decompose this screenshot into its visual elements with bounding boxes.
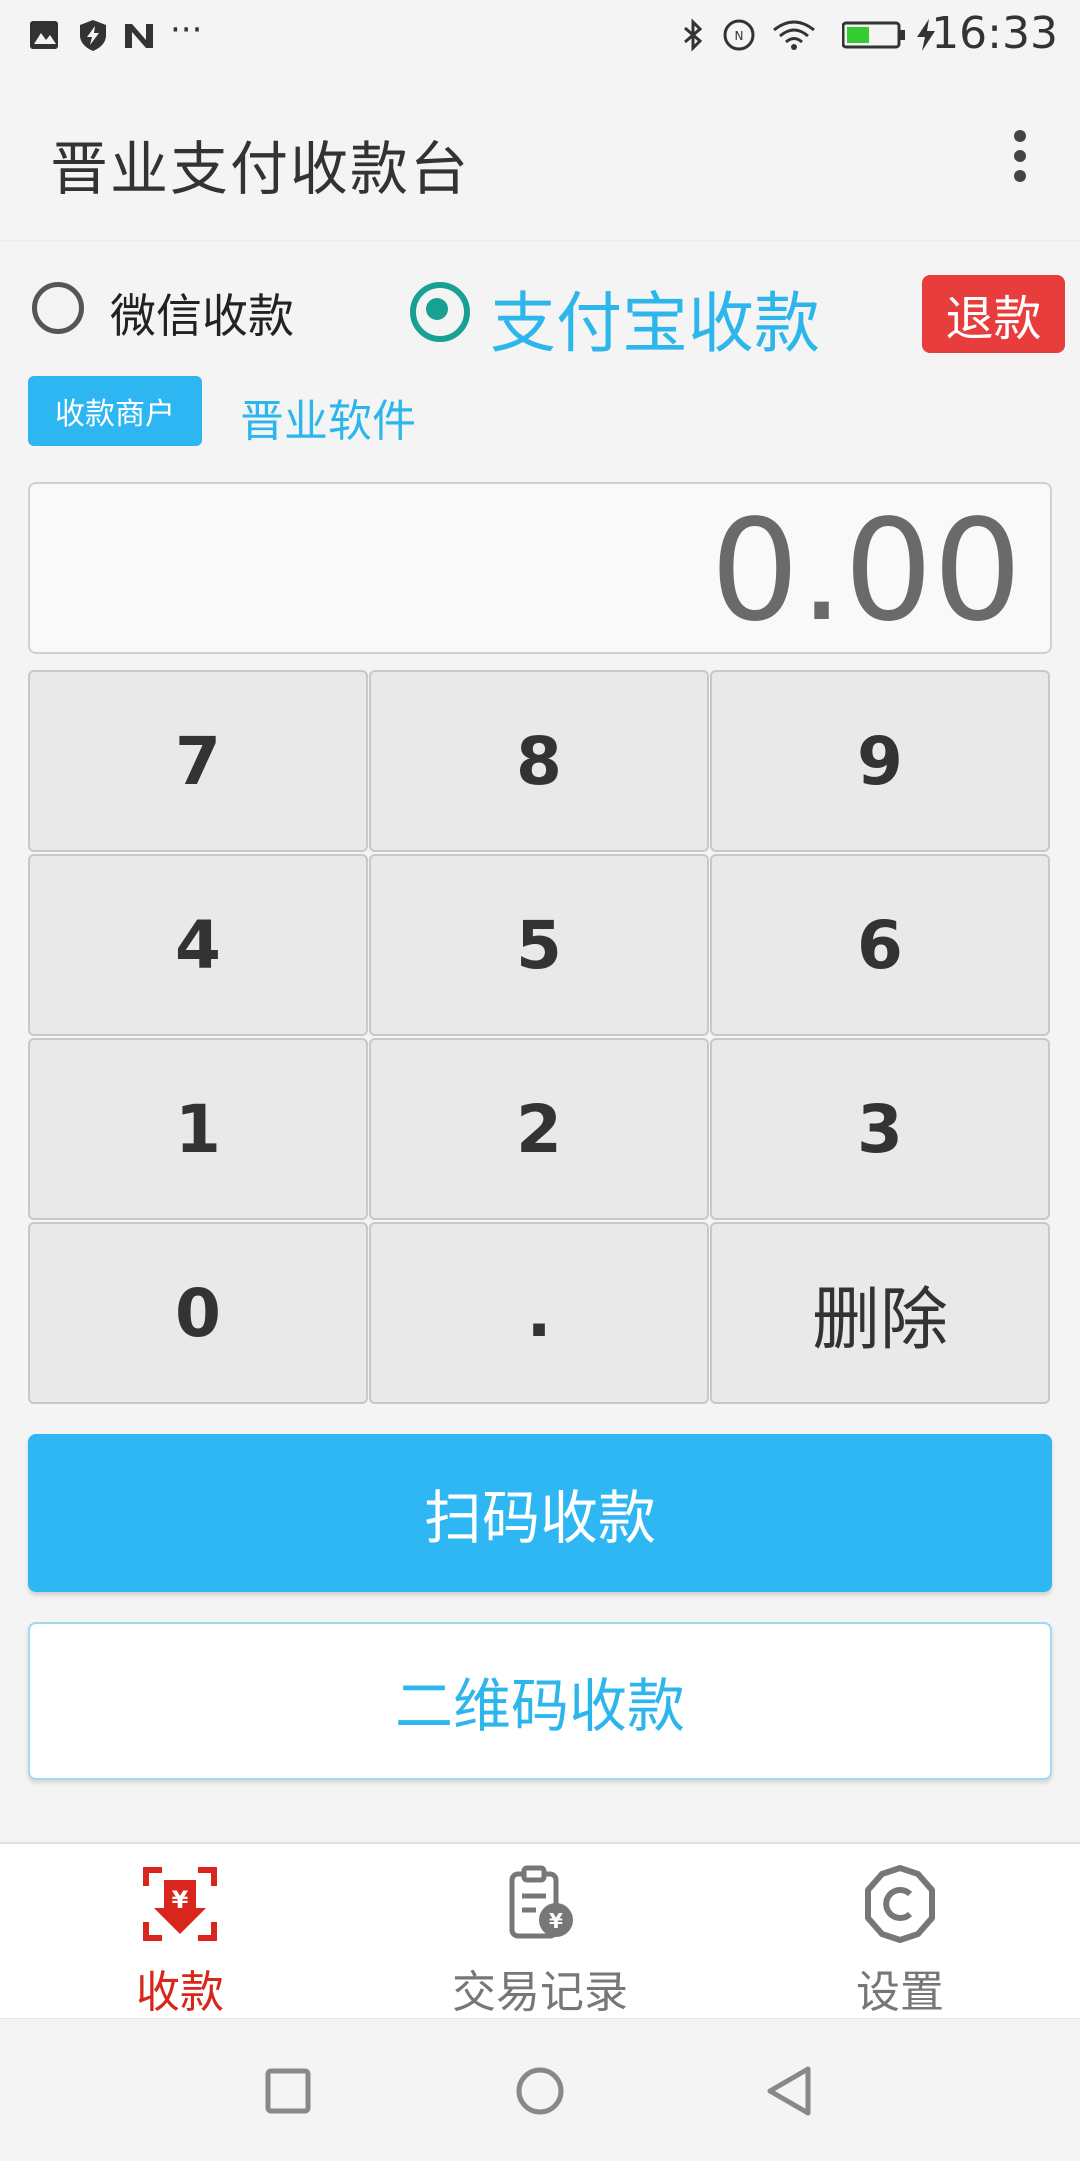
wechat-pay-label[interactable]: 微信收款 <box>110 280 294 346</box>
system-nav-bar <box>0 2018 1080 2161</box>
shield-bolt-icon <box>80 20 106 51</box>
merchant-badge: 收款商户 <box>28 376 202 446</box>
merchant-name: 晋业软件 <box>240 396 416 447</box>
key-4[interactable]: 4 <box>28 854 368 1036</box>
key-delete[interactable]: 删除 <box>710 1222 1050 1404</box>
refund-button[interactable]: 退款 <box>922 275 1065 353</box>
key-8[interactable]: 8 <box>369 670 709 852</box>
transaction-record-icon: ¥ <box>509 1865 573 1939</box>
scan-pay-icon: ¥ <box>143 1867 217 1941</box>
amount-display[interactable]: 0.00 <box>28 482 1052 654</box>
nav-item-collect[interactable]: ¥ 收款 <box>30 1864 330 2018</box>
key-3[interactable]: 3 <box>710 1038 1050 1220</box>
key-6[interactable]: 6 <box>710 854 1050 1036</box>
svg-text:N: N <box>735 29 744 43</box>
nav-label-settings: 设置 <box>856 1967 944 2018</box>
app-title: 晋业支付收款台 <box>50 135 471 203</box>
n-app-icon <box>125 24 153 48</box>
battery-icon <box>842 21 905 49</box>
home-icon[interactable] <box>510 2061 570 2121</box>
svg-text:¥: ¥ <box>172 1886 189 1914</box>
nav-label-collect: 收款 <box>136 1967 224 2018</box>
app-bar: 晋业支付收款台 <box>0 72 1080 241</box>
radio-unchecked-icon <box>32 282 84 334</box>
svg-text:¥: ¥ <box>549 1909 563 1933</box>
key-2[interactable]: 2 <box>369 1038 709 1220</box>
nfc-icon: N <box>723 19 755 51</box>
bluetooth-icon <box>684 18 703 52</box>
wifi-icon <box>773 20 815 50</box>
settings-gear-icon <box>865 1865 935 1943</box>
status-bar: ··· N 16:33 <box>0 0 1080 72</box>
qr-pay-button[interactable]: 二维码收款 <box>28 1622 1052 1780</box>
image-icon <box>30 21 58 49</box>
nav-item-settings[interactable]: 设置 <box>750 1864 1050 2018</box>
alipay-pay-label[interactable]: 支付宝收款 <box>490 270 820 366</box>
key-0[interactable]: 0 <box>28 1222 368 1404</box>
key-9[interactable]: 9 <box>710 670 1050 852</box>
back-icon[interactable] <box>760 2061 820 2121</box>
key-decimal[interactable]: . <box>369 1222 709 1404</box>
scan-pay-button[interactable]: 扫码收款 <box>28 1434 1052 1592</box>
recent-apps-icon[interactable] <box>258 2061 318 2121</box>
amount-value: 0.00 <box>710 490 1022 653</box>
key-1[interactable]: 1 <box>28 1038 368 1220</box>
nav-label-transactions: 交易记录 <box>452 1967 628 2018</box>
overflow-menu-icon[interactable] <box>1010 130 1030 190</box>
nav-item-transactions[interactable]: ¥ 交易记录 <box>390 1864 690 2018</box>
key-7[interactable]: 7 <box>28 670 368 852</box>
more-notifications-indicator: ··· <box>170 10 203 50</box>
key-5[interactable]: 5 <box>369 854 709 1036</box>
radio-checked-icon <box>410 282 470 342</box>
status-time: 16:33 <box>931 8 1058 59</box>
bottom-nav: ¥ 收款 ¥ 交易记录 设置 <box>0 1842 1080 2020</box>
